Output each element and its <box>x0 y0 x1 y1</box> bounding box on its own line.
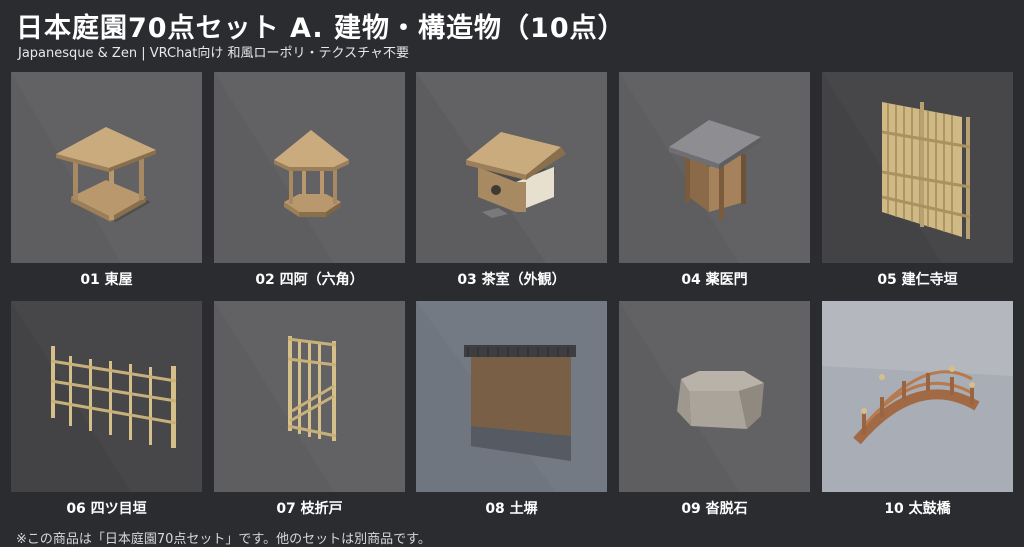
item-label: 09 沓脱石 <box>681 501 748 517</box>
item-tile-chashitsu[interactable]: 03 茶室（外観） <box>416 72 607 289</box>
item-tile-azumaya[interactable]: 01 東屋 <box>11 72 202 289</box>
footer-note: ※この商品は「日本庭園70点セット」です。他のセットは別商品です。 <box>16 532 431 547</box>
thumbnail-kutsunugiishi <box>619 301 810 492</box>
item-tile-kenninjigaki[interactable]: 05 建仁寺垣 <box>822 72 1013 289</box>
item-tile-yotsumegaki[interactable]: 06 四ツ目垣 <box>11 301 202 518</box>
thumbnail-yakuimon <box>619 72 810 263</box>
page-title: 日本庭園70点セット A. 建物・構造物（10点） <box>16 13 626 44</box>
thumbnail-taikobashi <box>822 301 1013 492</box>
thumbnail-kenninjigaki <box>822 72 1013 263</box>
item-label: 10 太鼓橋 <box>884 501 951 517</box>
item-tile-yakuimon[interactable]: 04 薬医門 <box>619 72 810 289</box>
item-label: 04 薬医門 <box>681 272 748 288</box>
thumbnail-dobei <box>416 301 607 492</box>
item-tile-taikobashi[interactable]: 10 太鼓橋 <box>822 301 1013 518</box>
thumbnail-shiorido <box>214 301 405 492</box>
item-label: 08 土塀 <box>485 501 538 517</box>
page-subtitle: Japanesque & Zen | VRChat向け 和風ローポリ・テクスチャ… <box>18 46 409 61</box>
item-tile-dobei[interactable]: 08 土塀 <box>416 301 607 518</box>
item-label: 05 建仁寺垣 <box>877 272 958 288</box>
item-label: 06 四ツ目垣 <box>66 501 147 517</box>
thumbnail-azumaya <box>11 72 202 263</box>
item-label: 02 四阿（六角） <box>255 272 364 288</box>
thumbnail-yotsumegaki <box>11 301 202 492</box>
item-tile-shiorido[interactable]: 07 枝折戸 <box>214 301 405 518</box>
item-tile-kutsunugiishi[interactable]: 09 沓脱石 <box>619 301 810 518</box>
thumbnail-chashitsu <box>416 72 607 263</box>
item-tile-shiaya[interactable]: 02 四阿（六角） <box>214 72 405 289</box>
thumbnail-shiaya <box>214 72 405 263</box>
item-label: 07 枝折戸 <box>276 501 343 517</box>
item-label: 03 茶室（外観） <box>457 272 566 288</box>
item-label: 01 東屋 <box>80 272 133 288</box>
